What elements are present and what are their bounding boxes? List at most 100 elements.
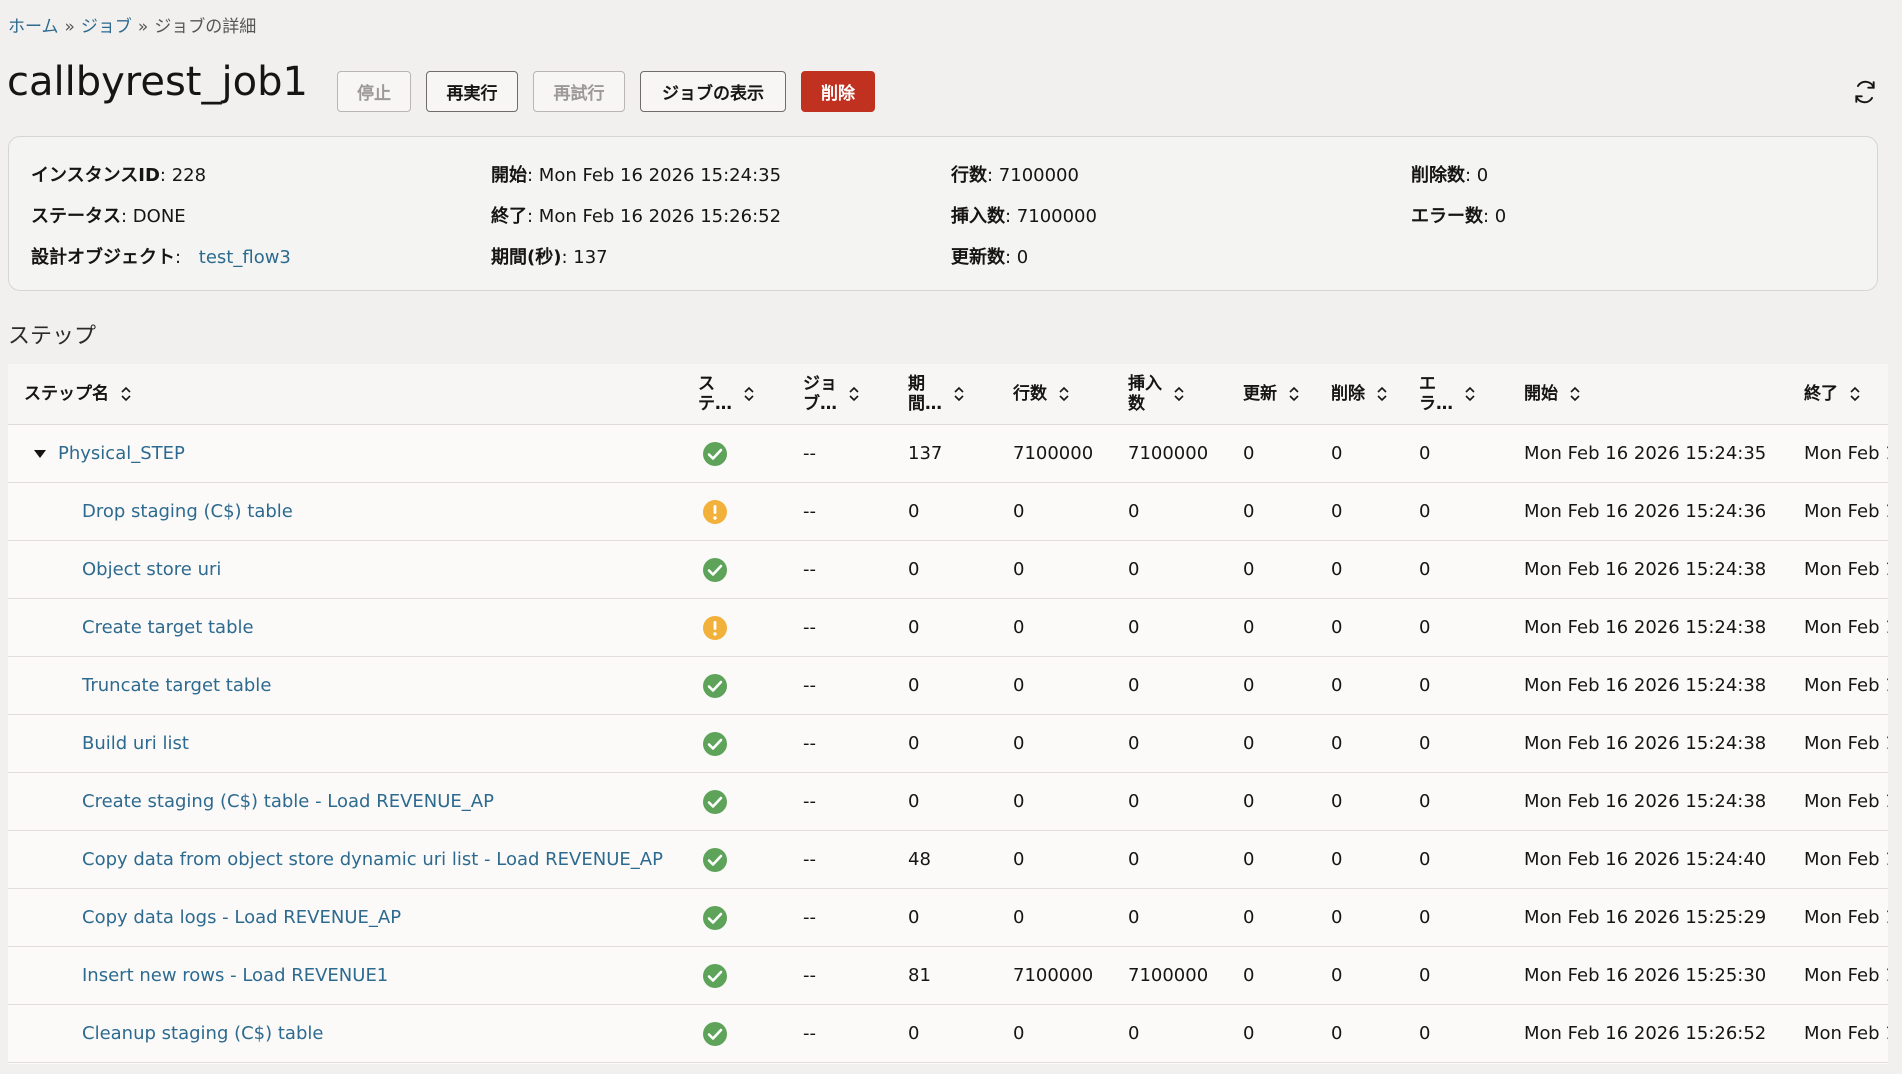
column-header-job[interactable]: ジョブ… (787, 364, 892, 425)
column-header-deletes[interactable]: 削除 (1315, 364, 1403, 425)
sort-icon[interactable] (742, 384, 756, 404)
step-name-link[interactable]: Drop staging (C$) table (82, 501, 293, 522)
sort-icon[interactable] (1172, 384, 1186, 404)
column-header-status[interactable]: ステ… (682, 364, 787, 425)
sort-icon[interactable] (952, 384, 966, 404)
breadcrumb-jobs-link[interactable]: ジョブ (81, 17, 132, 37)
sort-icon[interactable] (1375, 384, 1389, 404)
step-end-cell: Mon Feb 1 (1788, 540, 1888, 599)
step-inserts-cell: 7100000 (1112, 424, 1227, 483)
column-header-label: ステップ名 (24, 384, 109, 404)
step-inserts-cell: 0 (1112, 1004, 1227, 1063)
step-end-cell: Mon Feb 1 (1788, 888, 1888, 947)
step-end-cell: Mon Feb 1 (1788, 714, 1888, 773)
sort-icon[interactable] (1287, 384, 1301, 404)
sort-icon[interactable] (1463, 384, 1477, 404)
step-duration-cell: 48 (892, 830, 997, 889)
retry-button[interactable]: 再試行 (533, 71, 625, 112)
step-name-link[interactable]: Truncate target table (82, 675, 271, 696)
step-end-cell: Mon Feb 1 (1788, 772, 1888, 831)
step-name-cell: Physical_STEP (8, 424, 682, 483)
column-header-errors[interactable]: エラ… (1403, 364, 1508, 425)
step-status-cell (682, 888, 787, 947)
step-name-link[interactable]: Create target table (82, 617, 254, 638)
design-object-link[interactable]: test_flow3 (199, 247, 291, 268)
inserts-field: 挿入数: 7100000 (951, 206, 1097, 227)
rows-value: 7100000 (998, 165, 1079, 186)
step-status-cell (682, 772, 787, 831)
refresh-button[interactable] (1849, 76, 1881, 108)
step-deletes-cell: 0 (1315, 1004, 1403, 1063)
step-job-cell: -- (787, 1004, 892, 1063)
step-updates-cell: 0 (1227, 714, 1315, 773)
table-row[interactable]: Object store uri -- 0 0 0 0 0 0 Mon Feb 16 2026 … (8, 540, 1888, 599)
step-end-cell: Mon Feb 1 (1788, 1004, 1888, 1063)
column-header-step-name[interactable]: ステップ名 (8, 364, 682, 425)
column-header-rows[interactable]: 行数 (997, 364, 1112, 425)
steps-table-container[interactable]: ステップ名 ステ… ジョブ… 期間… 行数 挿入数 更新 削除 エラ… 開始 終了 Physical… (8, 364, 1888, 1064)
column-header-label: 終了 (1804, 384, 1838, 404)
step-start-cell: Mon Feb 16 2026 15:24:38 (1508, 772, 1788, 831)
step-name-cell: Object store uri (8, 540, 682, 599)
step-rows-cell: 7100000 (997, 946, 1112, 1005)
step-name-link[interactable]: Copy data logs - Load REVENUE_AP (82, 907, 401, 928)
step-status-cell (682, 598, 787, 657)
show-job-button[interactable]: ジョブの表示 (640, 71, 786, 112)
breadcrumb-separator: » (64, 17, 75, 37)
step-deletes-cell: 0 (1315, 946, 1403, 1005)
step-name-cell: Truncate target table (8, 656, 682, 715)
column-header-label: 開始 (1524, 384, 1558, 404)
job-summary-panel: インスタンスID: 228 ステータス: DONE 設計オブジェクト: test… (8, 136, 1878, 291)
column-header-label: 挿入数 (1128, 374, 1162, 414)
breadcrumb-current: ジョブの詳細 (154, 17, 257, 37)
step-name-link[interactable]: Copy data from object store dynamic uri … (82, 849, 663, 870)
rows-field: 行数: 7100000 (951, 165, 1079, 186)
column-header-end[interactable]: 終了 (1788, 364, 1888, 425)
table-header-row: ステップ名 ステ… ジョブ… 期間… 行数 挿入数 更新 削除 エラ… 開始 終了 (8, 364, 1888, 425)
column-header-label: 更新 (1243, 384, 1277, 404)
sort-icon[interactable] (1568, 384, 1582, 404)
table-row[interactable]: Drop staging (C$) table -- 0 0 0 0 0 0 Mon Feb 1… (8, 482, 1888, 541)
step-job-cell: -- (787, 772, 892, 831)
step-duration-cell: 0 (892, 1004, 997, 1063)
table-row[interactable]: Copy data logs - Load REVENUE_AP -- 0 0 0 0 0 0… (8, 888, 1888, 947)
stop-button[interactable]: 停止 (337, 71, 411, 112)
sort-icon[interactable] (847, 384, 861, 404)
table-row[interactable]: Build uri list -- 0 0 0 0 0 0 Mon Feb 16 2026 15… (8, 714, 1888, 773)
warning-exclamation-icon (702, 499, 728, 525)
rerun-button[interactable]: 再実行 (426, 71, 518, 112)
column-header-inserts[interactable]: 挿入数 (1112, 364, 1227, 425)
step-duration-cell: 0 (892, 772, 997, 831)
breadcrumb-home-link[interactable]: ホーム (8, 17, 59, 37)
delete-button[interactable]: 削除 (801, 71, 875, 112)
column-header-duration[interactable]: 期間… (892, 364, 997, 425)
step-errors-cell: 0 (1403, 424, 1508, 483)
table-row[interactable]: Physical_STEP -- 137 7100000 7100000 0 0 0 Mon F… (8, 424, 1888, 483)
step-name-link[interactable]: Object store uri (82, 559, 221, 580)
step-status-cell (682, 656, 787, 715)
table-row[interactable]: Create target table -- 0 0 0 0 0 0 Mon Feb 16 20… (8, 598, 1888, 657)
column-header-label: 削除 (1331, 384, 1365, 404)
step-deletes-cell: 0 (1315, 830, 1403, 889)
step-start-cell: Mon Feb 16 2026 15:26:52 (1508, 1004, 1788, 1063)
step-name-cell: Copy data logs - Load REVENUE_AP (8, 888, 682, 947)
table-row[interactable]: Copy data from object store dynamic uri … (8, 830, 1888, 889)
step-name-link[interactable]: Insert new rows - Load REVENUE1 (82, 965, 388, 986)
column-header-start[interactable]: 開始 (1508, 364, 1788, 425)
step-name-link[interactable]: Create staging (C$) table - Load REVENUE… (82, 791, 494, 812)
table-row[interactable]: Create staging (C$) table - Load REVENUE… (8, 772, 1888, 831)
column-header-label: エラ… (1419, 374, 1453, 414)
collapse-caret-icon[interactable] (34, 450, 46, 458)
step-updates-cell: 0 (1227, 656, 1315, 715)
sort-icon[interactable] (1057, 384, 1071, 404)
step-name-link[interactable]: Build uri list (82, 733, 189, 754)
table-row[interactable]: Cleanup staging (C$) table -- 0 0 0 0 0 0 Mon Fe… (8, 1004, 1888, 1063)
sort-icon[interactable] (119, 384, 133, 404)
step-name-link[interactable]: Physical_STEP (58, 443, 185, 464)
step-name-link[interactable]: Cleanup staging (C$) table (82, 1023, 323, 1044)
sort-icon[interactable] (1848, 384, 1862, 404)
deletes-field: 削除数: 0 (1411, 165, 1489, 186)
table-row[interactable]: Insert new rows - Load REVENUE1 -- 81 71000… (8, 946, 1888, 1005)
table-row[interactable]: Truncate target table -- 0 0 0 0 0 0 Mon Feb 16 … (8, 656, 1888, 715)
column-header-updates[interactable]: 更新 (1227, 364, 1315, 425)
